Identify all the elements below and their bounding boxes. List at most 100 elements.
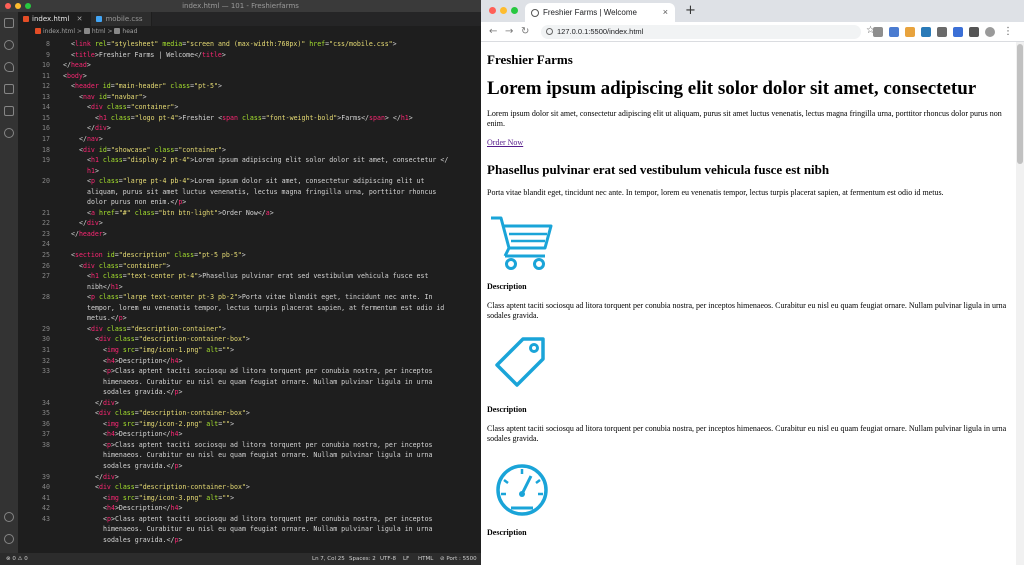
reload-icon[interactable]: ↻ [521, 24, 529, 40]
html-file-icon [35, 28, 41, 34]
code-token: nibh</ [87, 282, 111, 291]
run-debug-icon[interactable] [4, 84, 14, 94]
code-token: "description-container-box" [138, 335, 246, 344]
code-token: sodales gravida.</ [103, 388, 175, 397]
code-token: header [78, 229, 103, 238]
line-number: 40 [42, 483, 50, 492]
code-token: id [98, 82, 111, 91]
code-token: header [74, 82, 99, 91]
close-tab-icon[interactable]: ✕ [77, 15, 83, 23]
maximize-window-icon[interactable] [511, 7, 518, 14]
code-token: div [82, 145, 95, 154]
code-line: <p class="large pt-4 pb-4">Lorem ipsum d… [63, 177, 473, 185]
tab-mobile-css[interactable]: mobile.css [91, 12, 152, 26]
code-line: <div class="description-container"> [63, 325, 473, 333]
cursor-position[interactable]: Ln 7, Col 25 [312, 553, 345, 565]
code-token: > [245, 409, 250, 418]
tab-index-html[interactable]: index.html ✕ [18, 12, 92, 26]
breadcrumb-html[interactable]: html [92, 28, 106, 35]
code-token: class [130, 208, 155, 217]
code-token: "#" [118, 208, 131, 217]
code-token: src [118, 419, 135, 428]
problems-indicator[interactable]: ⊗ 0 ⚠ 0 [6, 553, 28, 565]
minimize-window-icon[interactable] [500, 7, 507, 14]
line-number: 35 [42, 409, 50, 418]
box-text: Class aptent taciti sociosqu ad litora t… [487, 423, 1007, 443]
code-token: "btn btn-light" [158, 208, 219, 217]
extension-icon[interactable] [873, 27, 883, 37]
code-token: "logo pt-4" [134, 113, 179, 122]
close-window-icon[interactable] [489, 7, 496, 14]
tab-label: mobile.css [105, 15, 143, 23]
extension-icon[interactable] [953, 27, 963, 37]
code-token: > [114, 472, 119, 481]
language-mode[interactable]: HTML [418, 553, 433, 565]
code-line: metus.</p> [63, 314, 473, 322]
extensions-icon[interactable] [4, 106, 14, 116]
code-token: class [98, 272, 123, 281]
source-control-icon[interactable] [4, 62, 14, 72]
code-token: > [241, 251, 246, 259]
code-token: > [408, 113, 413, 122]
code-line: <header id="main-header" class="pt-5"> [63, 82, 473, 90]
tab-label: index.html [32, 15, 70, 23]
extension-icon[interactable] [905, 27, 915, 37]
code-token: > [178, 388, 183, 397]
order-now-link[interactable]: Order Now [487, 138, 523, 147]
settings-gear-icon[interactable] [4, 534, 14, 544]
code-line: sodales gravida.</p> [63, 388, 473, 396]
code-token: class [110, 335, 135, 344]
page-scrollbar[interactable] [1016, 42, 1024, 565]
code-token: >Order Now</ [218, 208, 266, 217]
browser-tabstrip: Freshier Farms | Welcome × + [481, 0, 1024, 22]
puzzle-icon[interactable] [969, 27, 979, 37]
code-token: id [94, 92, 107, 101]
code-line: <div class="description-container-box"> [63, 409, 473, 417]
code-token: > [230, 345, 235, 354]
breadcrumb-head[interactable]: head [122, 28, 137, 35]
close-tab-icon[interactable]: × [663, 3, 668, 22]
scrollbar-thumb[interactable] [1017, 44, 1023, 164]
code-token: h1 [90, 156, 99, 165]
code-token: metus.</ [87, 314, 119, 323]
code-line: <img src="img/icon-2.png" alt=""> [63, 420, 473, 428]
code-line: <h4>Description</h4> [63, 357, 473, 365]
account-icon[interactable] [4, 512, 14, 522]
extension-icon[interactable] [921, 27, 931, 37]
indentation[interactable]: Spaces: 2 [349, 553, 376, 565]
line-number: 26 [42, 261, 50, 270]
site-info-icon[interactable] [546, 28, 553, 35]
code-token: div [98, 483, 111, 492]
code-token: </ [63, 61, 71, 70]
breadcrumb-file[interactable]: index.html [43, 28, 75, 35]
code-line: sodales gravida.</p> [63, 536, 473, 544]
code-area[interactable]: 8 <link rel="stylesheet" media="screen an… [18, 38, 481, 553]
extension-icon[interactable] [937, 27, 947, 37]
code-token: class [110, 483, 135, 492]
extension-icon[interactable] [889, 27, 899, 37]
line-ending[interactable]: LF [403, 553, 409, 565]
code-token: >Description</ [114, 356, 171, 365]
remote-icon[interactable] [4, 128, 14, 138]
hero-text: Lorem ipsum dolor sit amet, consectetur … [487, 108, 1002, 128]
code-token: >Freshier Farms | Welcome</ [94, 50, 203, 59]
back-arrow-icon[interactable]: ← [489, 24, 497, 40]
box-text: Class aptent taciti sociosqu ad litora t… [487, 300, 1007, 320]
address-bar[interactable]: 127.0.0.1:5500/index.html ☆ [541, 25, 875, 39]
code-line: dolor purus non enim.</p> [63, 198, 473, 206]
browser-tab[interactable]: Freshier Farms | Welcome × [525, 3, 675, 22]
new-tab-icon[interactable]: + [685, 3, 696, 19]
encoding[interactable]: UTF-8 [380, 553, 396, 565]
forward-arrow-icon[interactable]: → [505, 24, 513, 40]
profile-avatar-icon[interactable] [985, 27, 995, 37]
search-icon[interactable] [4, 40, 14, 50]
web-page: Freshier Farms Lorem ipsum adipiscing el… [487, 52, 1013, 537]
line-number: 30 [42, 335, 50, 344]
live-server-port[interactable]: ⊘ Port : 5500 [440, 553, 477, 565]
code-token: himenaeos. Curabitur eu nisl eu quam feu… [103, 377, 433, 386]
code-token: "showcase" [110, 145, 151, 154]
code-token: >Farms</ [337, 113, 370, 122]
code-token: > [178, 504, 183, 513]
more-menu-icon[interactable]: ⋮ [1003, 27, 1013, 37]
explorer-icon[interactable] [4, 18, 14, 28]
